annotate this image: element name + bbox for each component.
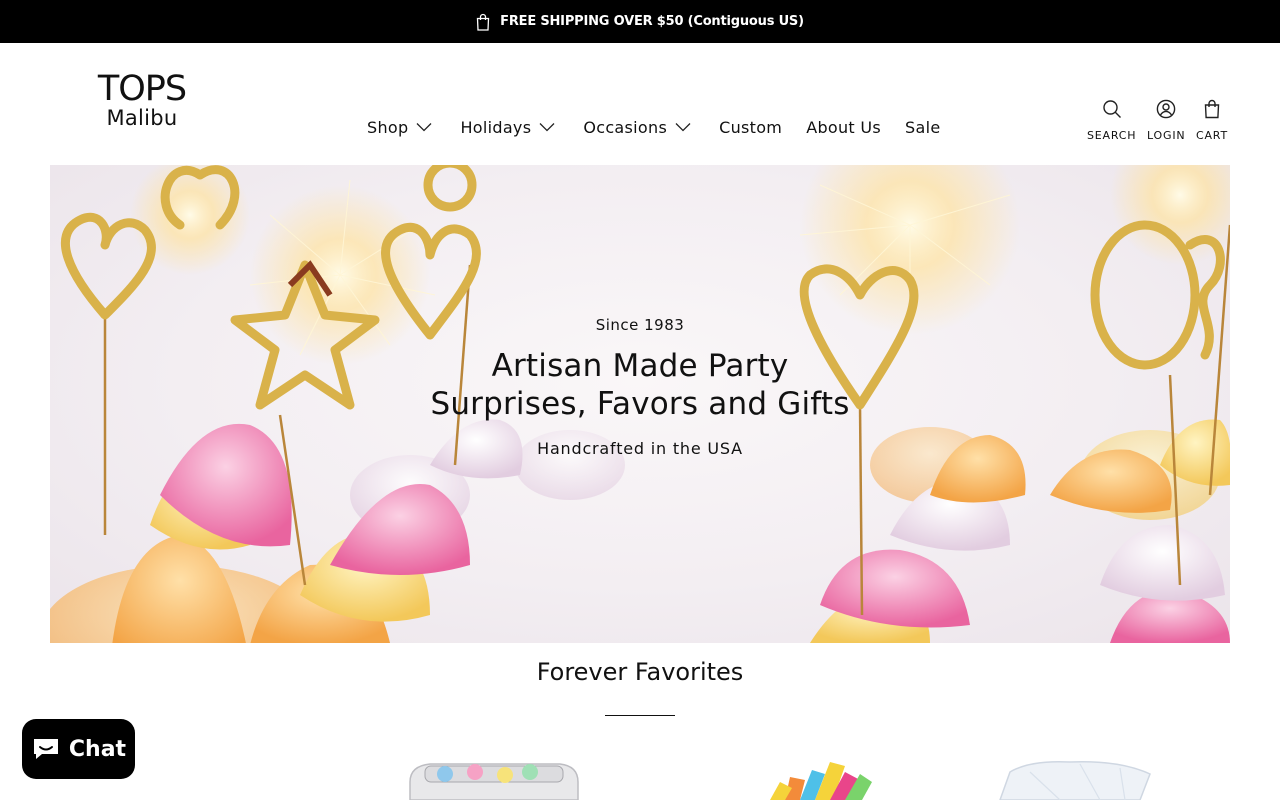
section-divider [605, 715, 675, 716]
product-card-jar[interactable] [409, 763, 579, 800]
nav-holidays-label: Holidays [460, 117, 532, 137]
nav-holidays[interactable]: Holidays [460, 118, 555, 137]
product-card-confetti[interactable] [770, 762, 872, 800]
nav-about-label: About Us [806, 117, 882, 137]
hero-headline: Artisan Made Party Surprises, Favors and… [50, 347, 1230, 423]
nav-occasions[interactable]: Occasions [583, 118, 691, 137]
chevron-down-icon [416, 122, 432, 132]
hero-banner[interactable]: Since 1983 Artisan Made Party Surprises,… [50, 165, 1230, 643]
chat-label: Chat [68, 736, 127, 762]
nav-custom[interactable]: Custom [719, 118, 782, 137]
shopping-bag-icon [476, 13, 490, 31]
brand-name-top: TOPS [97, 69, 187, 109]
chat-bubble-icon [31, 736, 61, 762]
nav-sale[interactable]: Sale [905, 118, 940, 137]
hero-text: Since 1983 Artisan Made Party Surprises,… [50, 316, 1230, 458]
hero-eyebrow: Since 1983 [595, 316, 685, 334]
chevron-down-icon [539, 122, 555, 132]
product-card-bag[interactable] [999, 760, 1151, 800]
hero-subtext: Handcrafted in the USA [537, 439, 743, 458]
nav-occasions-label: Occasions [583, 117, 668, 137]
nav-shop-label: Shop [367, 117, 409, 137]
nav-sale-label: Sale [905, 117, 941, 137]
site-header: TOPS Malibu Shop Holidays Occasions Cust… [0, 43, 1280, 165]
brand-logo[interactable]: TOPS Malibu [92, 72, 192, 129]
nav-about-us[interactable]: About Us [806, 118, 881, 137]
nav-shop[interactable]: Shop [367, 118, 432, 137]
login-label: LOGIN [1147, 129, 1186, 142]
chat-button[interactable]: Chat [22, 719, 135, 779]
hero-headline-line2: Surprises, Favors and Gifts [430, 386, 850, 422]
user-icon [1156, 99, 1176, 123]
search-icon [1102, 99, 1122, 123]
search-label: SEARCH [1087, 129, 1137, 142]
search-button[interactable]: SEARCH [1087, 99, 1136, 142]
hero-headline-line1: Artisan Made Party [491, 348, 789, 384]
announcement-bar: FREE SHIPPING OVER $50 (Contiguous US) [0, 0, 1280, 43]
announcement-text: FREE SHIPPING OVER $50 (Contiguous US) [500, 14, 804, 29]
chevron-down-icon [675, 122, 691, 132]
login-button[interactable]: LOGIN [1147, 99, 1185, 142]
cart-button[interactable]: CART [1196, 99, 1228, 142]
shopping-bag-icon [1204, 99, 1220, 123]
product-row [0, 752, 1280, 800]
nav-custom-label: Custom [719, 117, 783, 137]
brand-name-bottom: Malibu [106, 106, 178, 130]
main-nav: Shop Holidays Occasions Custom About Us … [367, 117, 941, 137]
section-title: Forever Favorites [536, 658, 744, 686]
cart-label: CART [1196, 129, 1228, 142]
